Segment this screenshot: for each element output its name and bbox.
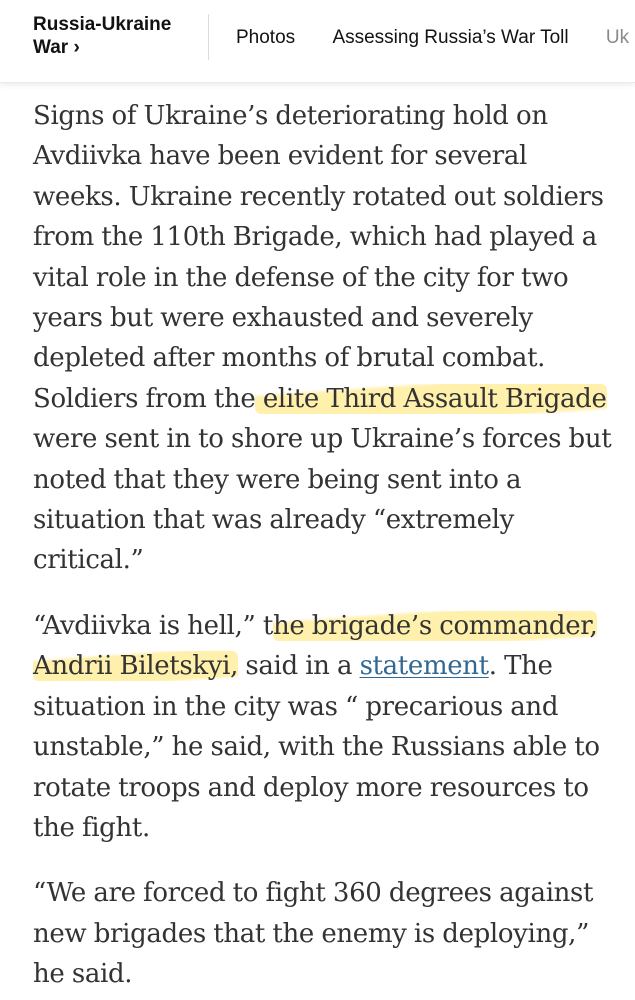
nav-divider [208,14,209,60]
paragraph-text: “We are forced to fight 360 degrees agai… [33,878,594,990]
nav-tab-truncated[interactable]: Uk [606,26,629,49]
article-paragraph-1: Signs of Ukraine’s deteriorating hold on… [33,96,618,581]
article-paragraph-3: “We are forced to fight 360 degrees agai… [33,873,618,994]
nav-tabs: Photos Assessing Russia’s War Toll Uk [236,26,635,49]
nav-tab-assessing-war-toll[interactable]: Assessing Russia’s War Toll [332,26,568,49]
top-navigation-bar: Russia-Ukraine War › Photos Assessing Ru… [0,0,635,83]
paragraph-text: “Avdiivka is hell,” t [33,610,273,641]
nav-tab-photos[interactable]: Photos [236,26,295,49]
highlighted-text: elite Third Assault Brigade [255,383,607,414]
article-body: Signs of Ukraine’s deteriorating hold on… [33,96,618,1000]
section-link-russia-ukraine-war[interactable]: Russia-Ukraine War › [33,13,203,59]
statement-link[interactable]: statement [360,651,490,681]
paragraph-text: were sent in to shore up Ukraine’s force… [33,424,612,576]
article-page: Russia-Ukraine War › Photos Assessing Ru… [0,0,635,1000]
article-paragraph-2: “Avdiivka is hell,” the brigade’s comman… [33,606,618,848]
paragraph-text: said in a [237,651,360,682]
paragraph-text: Signs of Ukraine’s deteriorating hold on… [33,101,604,414]
